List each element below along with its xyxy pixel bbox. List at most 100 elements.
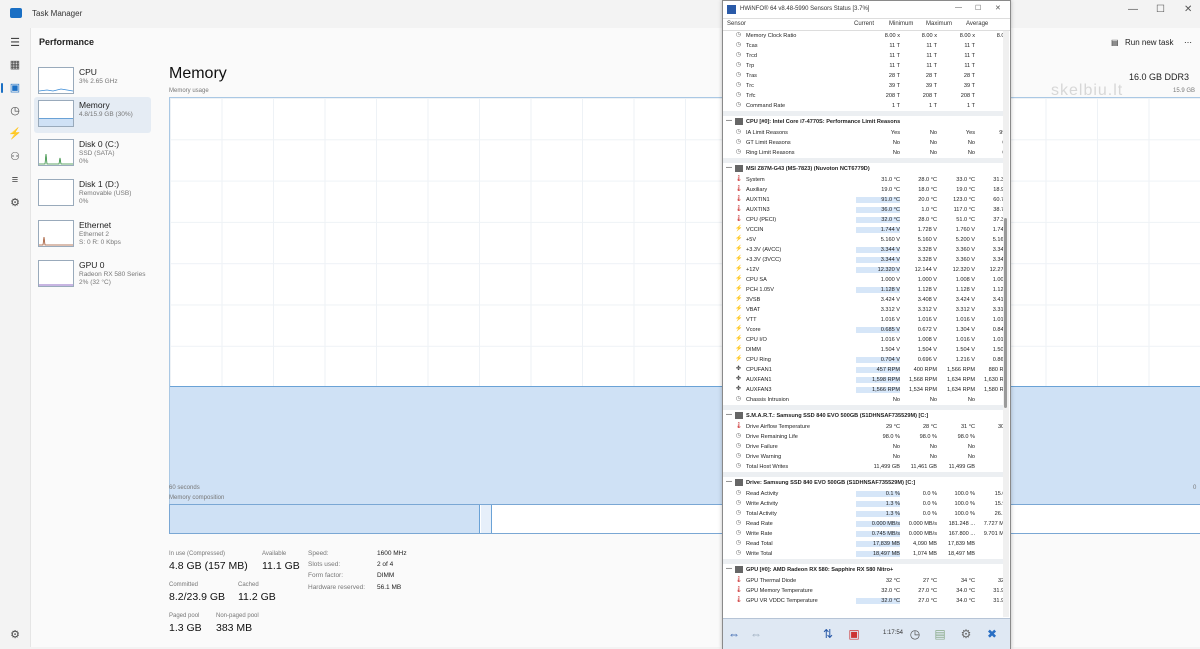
close-icon[interactable]: ✕ [1184,4,1192,15]
sensor-row[interactable]: ⚡+3.3V (AVCC)3.344 V3.328 V3.360 V3.347 … [723,245,1003,255]
sensor-group-header[interactable]: — GPU [#0]: AMD Radeon RX 580: Sapphire R… [723,565,1003,575]
sensor-row[interactable]: ◷ Write Total 18,497 MB 1,074 MB 18,497 MB [723,549,1003,559]
hwinfo-titlebar[interactable]: HWiNFO® 64 v8.48-5990 Sensors Status [3.… [723,1,1010,19]
sensor-row[interactable]: ⚡+5V5.160 V5.160 V5.200 V5.160 V [723,235,1003,245]
column-header-minimum[interactable]: Minimum [889,21,913,27]
sensor-row[interactable]: 🌡AUXTIN191.0 °C20.0 °C123.0 °C60.7 °C [723,195,1003,205]
sensor-group-header[interactable]: — Drive: Samsung SSD 840 EVO 500GB (S1DHN… [723,478,1003,488]
sensor-row[interactable]: ⚡Vcore0.685 V0.672 V1.304 V0.845 V [723,325,1003,335]
sensor-row[interactable]: ◷Ring Limit ReasonsNoNoNo0 % [723,148,1003,158]
sensor-row[interactable]: ⚡CPU I/O1.016 V1.008 V1.016 V1.016 V [723,335,1003,345]
processes-icon[interactable]: ▦ [8,58,22,72]
sensor-row[interactable]: ◷ Drive Remaining Life 98.0 % 98.0 % 98.0 % [723,432,1003,442]
sensor-row[interactable]: ◷ Total Host Writes 11,499 GB 11,461 GB 11,4… [723,462,1003,472]
sensor-scrollbar[interactable] [1003,31,1009,617]
sensor-row[interactable]: ◷ Write Rate 0.745 MB/s 0.000 MB/s 167.800 .… [723,529,1003,539]
sensor-row[interactable]: ⚡PCH 1.05V1.128 V1.128 V1.128 V1.128 V [723,285,1003,295]
hwinfo-minimize-icon[interactable]: — [955,4,962,11]
sensor-group-header[interactable]: — CPU [#0]: Intel Core i7-4770S: Performa… [723,117,1003,127]
sensor-row[interactable]: ◷ Trc 39 T 39 T 39 T [723,81,1003,91]
sidebar-item-disk-0[interactable]: Disk 0 (C:) SSD (SATA) 0% [34,136,151,172]
column-header-sensor[interactable]: Sensor [727,21,746,27]
sensor-row[interactable]: ◷ Chassis Intrusion No No No [723,395,1003,405]
settings-icon[interactable]: ⚙ [8,628,22,642]
sensor-row[interactable]: ⚡VTT1.016 V1.016 V1.016 V1.016 V [723,315,1003,325]
sensor-row[interactable]: ⚡CPU Ring0.704 V0.696 V1.216 V0.869 V [723,355,1003,365]
details-icon[interactable]: ≡ [8,173,22,187]
sensor-row[interactable]: ◷Total Activity1.3 %0.0 %100.0 %26.1 % [723,509,1003,519]
sensor-row[interactable]: 🌡AUXTIN336.0 °C1.0 °C117.0 °C38.7 °C [723,205,1003,215]
collapse-group-icon[interactable]: — [726,165,732,171]
expand-arrows-icon[interactable]: ⇔ [725,625,743,643]
collapse-group-icon[interactable]: — [726,118,732,124]
sensor-row[interactable]: ◷ Command Rate 1 T1 T1 T [723,101,1003,111]
sensor-row[interactable]: ⚡3VSB3.424 V3.408 V3.424 V3.414 V [723,295,1003,305]
minimize-icon[interactable]: — [1128,4,1138,15]
column-header-current[interactable]: Current [854,21,874,27]
sensor-row[interactable]: ⚡VBAT3.312 V3.312 V3.312 V3.312 V [723,305,1003,315]
sensor-row[interactable]: 🌡Auxiliary19.0 °C18.0 °C19.0 °C18.9 °C [723,185,1003,195]
sensor-row[interactable]: ⚡+12V12.320 V12.144 V12.320 V12.273 V [723,265,1003,275]
sensor-row[interactable]: ✤ AUXFAN1 1,598 RPM 1,568 RPM 1,634 RPM 1,630… [723,375,1003,385]
report-icon[interactable]: ▣ [845,625,863,643]
run-new-task-icon[interactable]: ▤ [1111,38,1119,47]
sensor-row[interactable]: ⚡CPU SA1.000 V1.000 V1.008 V1.000 V [723,275,1003,285]
sensor-row[interactable]: ◷IA Limit ReasonsYesNoYes99 % [723,128,1003,138]
composition-in-use[interactable] [170,505,480,533]
performance-icon[interactable]: ▣ [1,81,22,95]
log-file-icon[interactable]: ▤ [931,625,949,643]
sensor-row[interactable]: ◷ Trcd 11 T 11 T 11 T [723,51,1003,61]
sensor-row[interactable]: ⚡+3.3V (3VCC)3.344 V3.328 V3.360 V3.345 … [723,255,1003,265]
collapse-group-icon[interactable]: — [726,479,732,485]
sensor-row[interactable]: 🌡 Drive Airflow Temperature 29 °C 28 °C 31 °… [723,422,1003,432]
sensor-list[interactable]: ◷Memory Clock Ratio8.00 x8.00 x8.00 x8.0… [723,31,1003,617]
sensor-row[interactable]: ◷Write Activity1.3 %0.0 %100.0 %15.9 % [723,499,1003,509]
sensor-row[interactable]: ◷ Drive Failure No No No [723,442,1003,452]
column-header-maximum[interactable]: Maximum [926,21,952,27]
memory-composition-bar[interactable] [169,504,1200,534]
clock-icon[interactable]: ◷ [906,625,924,643]
composition-modified[interactable] [481,505,492,533]
scrollbar-thumb[interactable] [1004,218,1007,408]
hwinfo-maximize-icon[interactable]: ☐ [975,4,981,12]
column-header-average[interactable]: Average [966,21,988,27]
sensor-row[interactable]: ◷ Tcas 11 T 11 T 11 T [723,41,1003,51]
sensor-row[interactable]: ⚡VCCIN1.744 V1.728 V1.760 V1.745 V [723,225,1003,235]
sensor-group-header[interactable]: — S.M.A.R.T.: Samsung SSD 840 EVO 500GB (… [723,411,1003,421]
sidebar-item-cpu[interactable]: CPU 3% 2.65 GHz [34,64,151,100]
collapse-arrows-icon[interactable]: ⇔ [747,625,765,643]
sensor-row[interactable]: 🌡GPU Thermal Diode32 °C27 °C34 °C32 °C [723,576,1003,586]
sensor-row[interactable]: 🌡 GPU VR VDDC Temperature 32.0 °C 27.0 °C 34… [723,596,1003,606]
hwinfo-window[interactable]: HWiNFO® 64 v8.48-5990 Sensors Status [3.… [722,0,1011,649]
run-new-task-button[interactable]: Run new task [1125,38,1173,47]
startup-apps-icon[interactable]: ⚡ [8,127,22,141]
sensor-row[interactable]: ◷ Trp 11 T 11 T 11 T [723,61,1003,71]
sensor-row[interactable]: 🌡System31.0 °C28.0 °C33.0 °C31.3 °C [723,175,1003,185]
sensor-row[interactable]: ◷GT Limit ReasonsNoNoNo0 % [723,138,1003,148]
more-options-icon[interactable]: ⋯ [1184,38,1192,47]
sensor-row[interactable]: ◷ Tras 28 T 28 T 28 T [723,71,1003,81]
sensor-row[interactable]: 🌡CPU (PECI)32.0 °C28.0 °C51.0 °C37.3 °C [723,215,1003,225]
sensor-row[interactable]: ◷ Read Total 17,839 MB 4,090 MB 17,839 MB [723,539,1003,549]
sensor-row[interactable]: ✤CPUFAN1457 RPM400 RPM1,566 RPM880 RPM [723,365,1003,375]
sensor-row[interactable]: 🌡 GPU Memory Temperature 32.0 °C 27.0 °C 34.… [723,586,1003,596]
sidebar-item-memory[interactable]: Memory 4.8/15.9 GB (30%) [34,97,151,133]
sidebar-item-disk-1[interactable]: Disk 1 (D:) Removable (USB) 0% [34,176,151,212]
sensor-row[interactable]: ◷Read Activity0.1 %0.0 %100.0 %15.0 % [723,489,1003,499]
collapse-group-icon[interactable]: — [726,566,732,572]
settings-gear-icon[interactable]: ⚙ [957,625,975,643]
sidebar-item-gpu-0[interactable]: GPU 0 Radeon RX 580 Series 2% (32 °C) [34,257,151,293]
sensor-row[interactable]: ⚡DIMM1.504 V1.504 V1.504 V1.504 V [723,345,1003,355]
sensor-row[interactable]: ◷Memory Clock Ratio8.00 x8.00 x8.00 x8.0… [723,31,1003,41]
collapse-group-icon[interactable]: — [726,412,732,418]
app-history-icon[interactable]: ◷ [8,104,22,118]
sensor-row[interactable]: ◷ Trfc 208 T 208 T 208 T [723,91,1003,101]
network-sensors-icon[interactable]: ⇅ [819,625,837,643]
close-sensors-icon[interactable]: ✖ [983,625,1001,643]
sidebar-item-ethernet[interactable]: Ethernet Ethernet 2 S: 0 R: 0 Kbps [34,217,151,253]
users-icon[interactable]: ⚇ [8,150,22,164]
hamburger-menu-icon[interactable]: ☰ [8,36,22,50]
sensor-row[interactable]: ◷ Read Rate 0.000 MB/s 0.000 MB/s 181.248 ..… [723,519,1003,529]
hwinfo-close-icon[interactable]: ✕ [995,4,1001,12]
maximize-icon[interactable]: ☐ [1156,4,1165,15]
